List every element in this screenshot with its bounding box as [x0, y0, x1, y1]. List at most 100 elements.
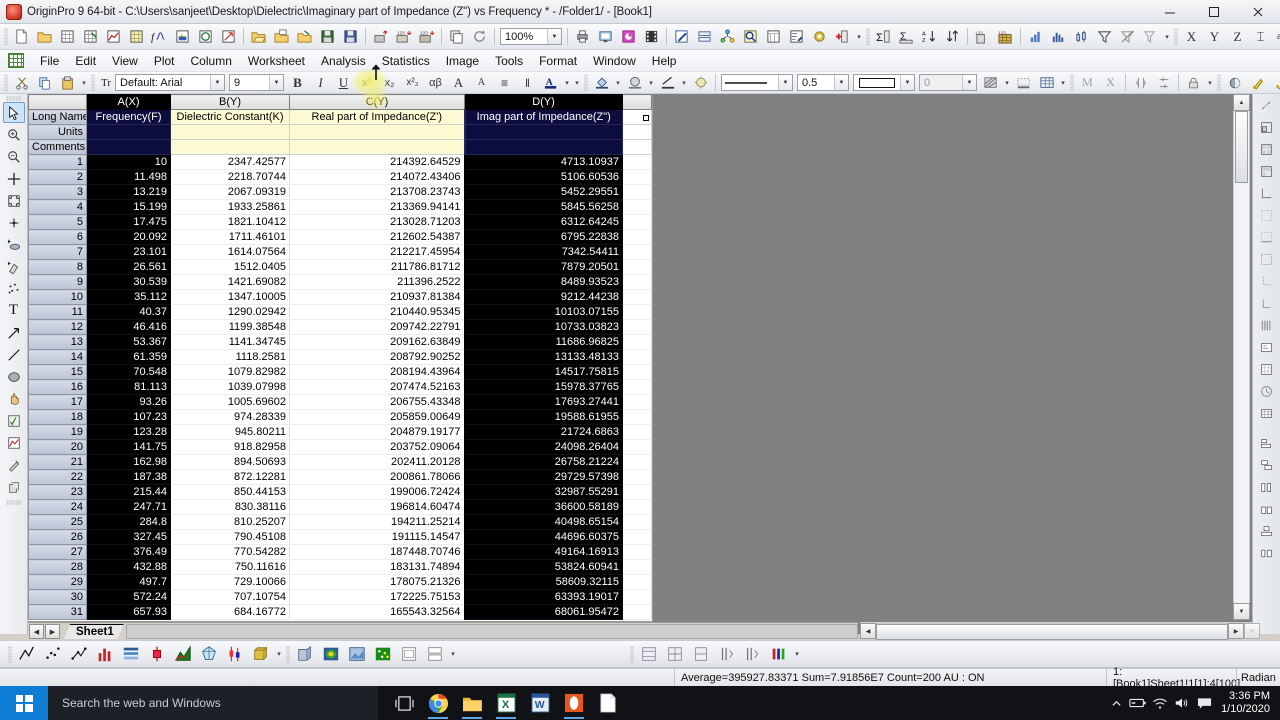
toolbar-overflow-button[interactable]: ▾ — [854, 27, 864, 47]
meta-cell[interactable] — [86, 124, 171, 140]
template-3-icon[interactable] — [689, 643, 713, 666]
data-cell[interactable]: 945.80211 — [170, 424, 290, 440]
font-color-icon[interactable]: A — [540, 73, 561, 93]
data-cell[interactable]: 162.98 — [86, 454, 171, 470]
toolbar-grip[interactable] — [91, 74, 95, 91]
menu-item-column[interactable]: Column — [183, 51, 240, 71]
data-cell[interactable]: 1347.10005 — [170, 289, 290, 305]
data-selector-tool-icon[interactable] — [3, 190, 25, 211]
row-header[interactable]: 25 — [28, 514, 87, 530]
data-cell[interactable]: 165543.32564 — [289, 604, 465, 620]
data-cell[interactable]: 10 — [86, 154, 171, 170]
vertical-scroll-thumb[interactable] — [1235, 111, 1248, 183]
data-cell[interactable]: 205859.00649 — [289, 409, 465, 425]
data-cell[interactable]: 247.71 — [86, 499, 171, 515]
horizontal-scroll-track[interactable] — [876, 623, 1228, 640]
data-cell[interactable]: 211396.2522 — [289, 274, 465, 290]
data-cell[interactable]: 1933.25861 — [170, 199, 290, 215]
data-cell[interactable]: 830.38116 — [170, 499, 290, 515]
unmerge-icon[interactable]: X — [1100, 73, 1121, 93]
data-cell[interactable]: 497.7 — [86, 574, 171, 590]
row-header[interactable]: 2 — [28, 169, 87, 185]
3d-bar-icon[interactable] — [249, 643, 273, 666]
command-window-icon[interactable] — [763, 27, 784, 47]
data-cell[interactable]: 70.548 — [86, 364, 171, 380]
row-header[interactable]: 28 — [28, 559, 87, 575]
data-cell[interactable]: 6795.22838 — [463, 229, 623, 245]
data-cell[interactable]: 53824.60941 — [463, 559, 623, 575]
insert-graph-tool-icon[interactable] — [3, 432, 25, 453]
worksheet-layout-icon[interactable] — [694, 27, 715, 47]
set-as-z-icon[interactable]: Z — [1227, 27, 1248, 47]
line-symbol-plot-icon[interactable] — [67, 643, 91, 666]
area-plot-icon[interactable] — [171, 643, 195, 666]
toolbar-grip[interactable] — [1174, 28, 1178, 45]
data-cell[interactable]: 40.37 — [86, 304, 171, 320]
send-graph-icon[interactable] — [618, 27, 639, 47]
fill-pattern-combo[interactable]: ▼ — [853, 74, 915, 91]
pattern-width-combo[interactable]: 0 ▼ — [919, 74, 977, 91]
scroll-down-button[interactable]: ▼ — [1233, 603, 1250, 620]
toolbar-grip[interactable] — [584, 74, 588, 91]
new-workbook-icon[interactable] — [57, 27, 78, 47]
import-single-ascii-icon[interactable]: 123 — [393, 27, 414, 47]
underline-button[interactable]: U — [333, 73, 354, 93]
data-cell[interactable]: 4713.10937 — [463, 154, 623, 170]
meta-cell[interactable] — [170, 124, 290, 140]
row-header[interactable]: 13 — [28, 334, 87, 350]
data-cell[interactable]: 63393.19017 — [463, 589, 623, 605]
increase-font-size-button[interactable]: A — [448, 73, 469, 93]
row-header[interactable]: 1 — [28, 154, 87, 170]
data-cell[interactable]: 196814.60474 — [289, 499, 465, 515]
vertical-drop-line-icon[interactable] — [145, 643, 169, 666]
arrange-layers-1-icon[interactable] — [1256, 117, 1278, 138]
new-function-plot-icon[interactable]: f — [149, 27, 170, 47]
grid-layout-icon[interactable] — [1256, 359, 1278, 380]
fill-color-icon[interactable] — [591, 73, 612, 93]
chrome-icon[interactable] — [426, 690, 450, 719]
data-cell[interactable]: 213028.71203 — [289, 214, 465, 230]
data-cell[interactable]: 432.88 — [86, 559, 171, 575]
worksheet-window-icon[interactable] — [8, 53, 24, 68]
meta-cell[interactable] — [463, 124, 623, 140]
high-low-close-icon[interactable] — [223, 643, 247, 666]
data-cell[interactable]: 30.539 — [86, 274, 171, 290]
paste-icon[interactable] — [57, 73, 78, 93]
data-cell[interactable]: 872.12281 — [170, 469, 290, 485]
data-cell[interactable]: 7879.20501 — [463, 259, 623, 275]
arrow-tool-icon[interactable] — [3, 322, 25, 343]
data-cell[interactable]: 208792.90252 — [289, 349, 465, 365]
battery-icon[interactable] — [1127, 686, 1149, 720]
data-cell-empty[interactable] — [622, 169, 652, 185]
data-cell[interactable]: 1821.10412 — [170, 214, 290, 230]
chevron-down-icon[interactable]: ▼ — [778, 75, 792, 90]
wifi-icon[interactable] — [1149, 686, 1171, 720]
lock-dropdown[interactable]: ▾ — [1205, 73, 1215, 93]
row-header[interactable]: 21 — [28, 454, 87, 470]
data-cell[interactable]: 208194.43964 — [289, 364, 465, 380]
data-cell[interactable]: 213369.94141 — [289, 199, 465, 215]
add-layer-icon[interactable] — [767, 643, 791, 666]
meta-cell[interactable]: Imag part of Impedance(Z") — [463, 109, 623, 125]
taskbar-search-box[interactable]: Search the web and Windows — [48, 686, 378, 720]
data-cell-empty[interactable] — [622, 334, 652, 350]
data-cell[interactable]: 8489.93523 — [463, 274, 623, 290]
chevron-down-icon[interactable]: ▼ — [547, 29, 561, 44]
data-cell[interactable]: 20.092 — [86, 229, 171, 245]
align-bottom-icon[interactable] — [1256, 227, 1278, 248]
line-spacing-icon[interactable]: ‖ — [517, 73, 538, 93]
data-cell-empty[interactable] — [622, 574, 652, 590]
copy-filter-icon[interactable] — [1140, 27, 1161, 47]
data-cell[interactable]: 93.26 — [86, 394, 171, 410]
new-layout-icon[interactable] — [172, 27, 193, 47]
data-cell-empty[interactable] — [622, 439, 652, 455]
column-header-b[interactable]: B(Y) — [170, 94, 290, 110]
data-cell-empty[interactable] — [622, 604, 652, 620]
taskbar-clock[interactable]: 3:36 PM 1/10/2020 — [1215, 690, 1280, 716]
horizontal-scroll-thumb[interactable] — [876, 624, 1228, 640]
ternary-plot-icon[interactable] — [371, 643, 395, 666]
superscript-button[interactable]: x² — [356, 73, 377, 93]
column-plot-icon[interactable] — [1025, 27, 1046, 47]
data-cell-empty[interactable] — [622, 454, 652, 470]
column-header-empty[interactable] — [622, 94, 652, 110]
